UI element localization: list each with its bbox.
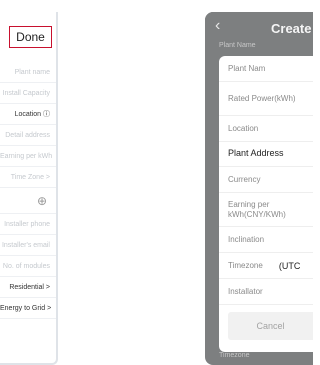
dialog-item-inclination[interactable]: Inclination: [219, 227, 313, 253]
field-list-dialog: Plant Nam Rated Power(kWh) Location Plan…: [219, 56, 313, 352]
field-detail-address[interactable]: Detail address: [0, 125, 56, 146]
dialog-item-label: Plant Nam: [228, 63, 266, 73]
field-installer-email[interactable]: Installer's email: [0, 235, 56, 256]
dialog-item-installator[interactable]: Installator: [219, 279, 313, 305]
dialog-item-plant-name[interactable]: Plant Nam: [219, 56, 313, 82]
dialog-item-label: Plant Address: [228, 148, 284, 159]
dialog-item-plant-address[interactable]: Plant Address: [219, 141, 313, 167]
dialog-item-earning-per-kwh[interactable]: Earning per kWh(CNY/KWh): [219, 193, 313, 227]
dialog-item-label: Inclination: [228, 234, 265, 244]
page-title: Create: [271, 21, 312, 36]
cancel-button[interactable]: Cancel: [228, 312, 313, 340]
field-installer-phone[interactable]: Installer phone: [0, 214, 56, 235]
right-phone-screen: ‹ Create Plant Name Plant Nam Rated Powe…: [205, 12, 313, 365]
dialog-item-currency[interactable]: Currency: [219, 167, 313, 193]
dialog-item-label: Installator: [228, 286, 263, 296]
dialog-item-label: Rated Power(kWh): [228, 93, 296, 103]
field-location[interactable]: Location ⓘ: [0, 104, 56, 125]
back-icon[interactable]: ‹: [215, 17, 220, 35]
field-no-of-modules[interactable]: No. of modules: [0, 256, 56, 277]
dialog-item-label: Location: [228, 123, 259, 133]
timezone-value: (UTC: [278, 260, 301, 271]
add-icon[interactable]: ⊕: [0, 188, 56, 214]
field-plant-name[interactable]: Plant name: [0, 62, 56, 83]
dialog-item-rated-power[interactable]: Rated Power(kWh): [219, 82, 313, 116]
field-energy-to-grid[interactable]: Energy to Grid >: [0, 298, 56, 319]
field-install-capacity[interactable]: Install Capacity: [0, 83, 56, 104]
field-earning-per-kwh[interactable]: Earning per kWh: [0, 146, 56, 167]
dialog-item-label: Earning per kWh(CNY/KWh): [228, 200, 286, 219]
left-topbar: Done: [0, 12, 56, 62]
left-phone-screen: Done Plant name Install Capacity Locatio…: [0, 12, 58, 365]
dialog-item-label: Timezone: [228, 260, 263, 270]
done-button[interactable]: Done: [9, 26, 52, 48]
dialog-item-label: Currency: [228, 174, 261, 184]
dialog-item-timezone[interactable]: Timezone (UTC: [219, 253, 313, 279]
field-time-zone[interactable]: Time Zone >: [0, 167, 56, 188]
field-residential[interactable]: Residential >: [0, 277, 56, 298]
header-bar: ‹ Create Plant Name: [205, 12, 313, 49]
background-label-timezone: Timezone: [219, 352, 250, 359]
header-underlabel: Plant Name: [219, 42, 256, 49]
dialog-footer: Cancel: [219, 306, 313, 352]
